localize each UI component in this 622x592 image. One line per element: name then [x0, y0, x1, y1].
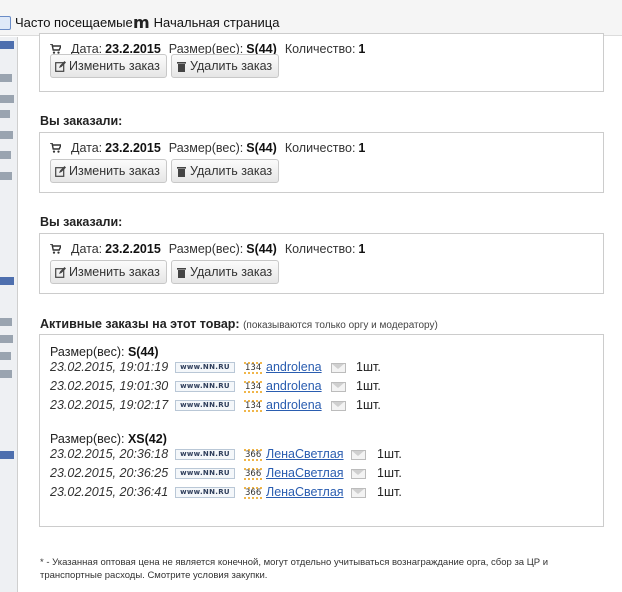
cart-icon — [50, 143, 61, 153]
trash-icon — [176, 61, 187, 72]
m-logo-icon: m — [133, 12, 150, 32]
bookmark-label: Начальная страница — [153, 15, 280, 30]
order-size: S(44) — [246, 242, 277, 256]
trash-icon — [176, 166, 187, 177]
order-qty: 1 — [358, 242, 366, 256]
edit-order-button[interactable]: Изменить заказ — [50, 159, 167, 183]
order-box: Дата: 23.2.2015 Размер(вес): S(44) Колич… — [39, 132, 604, 193]
cart-icon — [50, 44, 61, 54]
user-link[interactable]: androlena — [266, 379, 322, 393]
user-link[interactable]: ЛенаСветлая — [266, 485, 344, 499]
bookmark-most-visited[interactable]: Часто посещаемые — [0, 15, 133, 30]
active-orders-box: Размер(вес): S(44) 23.02.2015, 19:01:19 … — [39, 334, 604, 527]
order-details: Дата: 23.2.2015 Размер(вес): S(44) Колич… — [50, 141, 373, 155]
nnru-badge: www.NN.RU — [175, 468, 235, 479]
order-heading: Вы заказали: — [40, 114, 123, 128]
user-link[interactable]: androlena — [266, 398, 322, 412]
mail-icon[interactable] — [331, 363, 346, 373]
edit-icon — [55, 165, 66, 177]
user-link[interactable]: ЛенаСветлая — [266, 447, 344, 461]
user-rating: 366 — [244, 468, 263, 480]
mail-icon[interactable] — [351, 450, 366, 460]
order-timestamp: 23.02.2015, 19:02:17 — [50, 398, 169, 412]
user-rating: 134 — [244, 362, 263, 374]
price-footnote: * - Указанная оптовая цена не является к… — [40, 557, 549, 581]
order-box: Дата: 23.2.2015 Размер(вес): S(44) Колич… — [39, 33, 604, 92]
order-qty: 1шт. — [356, 379, 381, 393]
active-orders-note: (показываются только оргу и модератору) — [243, 320, 438, 331]
active-orders-heading: Активные заказы на этот товар: (показыва… — [40, 317, 438, 331]
nnru-badge: www.NN.RU — [175, 400, 235, 411]
order-timestamp: 23.02.2015, 20:36:25 — [50, 466, 169, 480]
edit-order-button[interactable]: Изменить заказ — [50, 54, 167, 78]
mail-icon[interactable] — [331, 401, 346, 411]
order-qty: 1шт. — [356, 398, 381, 412]
background-page — [0, 37, 17, 592]
order-timestamp: 23.02.2015, 19:01:19 — [50, 360, 169, 374]
user-rating: 134 — [244, 381, 263, 393]
size-group-label: Размер(вес): S(44) — [50, 345, 159, 359]
user-link[interactable]: ЛенаСветлая — [266, 466, 344, 480]
bookmark-label: Часто посещаемые — [15, 15, 133, 30]
order-timestamp: 23.02.2015, 19:01:30 — [50, 379, 169, 393]
bookmark-start-page[interactable]: m Начальная страница — [133, 12, 280, 32]
edit-icon — [55, 60, 66, 72]
order-date: 23.2.2015 — [105, 242, 161, 256]
delete-order-button[interactable]: Удалить заказ — [171, 54, 280, 78]
cart-icon — [50, 244, 61, 254]
order-qty: 1шт. — [377, 466, 402, 480]
size-group-label: Размер(вес): XS(42) — [50, 432, 167, 446]
order-timestamp: 23.02.2015, 20:36:18 — [50, 447, 169, 461]
order-qty: 1шт. — [377, 447, 402, 461]
delete-order-button[interactable]: Удалить заказ — [171, 159, 280, 183]
mail-icon[interactable] — [351, 488, 366, 498]
order-modal: Дата: 23.2.2015 Размер(вес): S(44) Колич… — [17, 33, 622, 592]
nnru-badge: www.NN.RU — [175, 362, 235, 373]
mail-icon[interactable] — [351, 469, 366, 479]
nnru-badge: www.NN.RU — [175, 487, 235, 498]
order-heading: Вы заказали: — [40, 215, 123, 229]
order-timestamp: 23.02.2015, 20:36:41 — [50, 485, 169, 499]
order-size: S(44) — [246, 141, 277, 155]
edit-order-button[interactable]: Изменить заказ — [50, 260, 167, 284]
user-rating: 366 — [244, 487, 263, 499]
user-rating: 366 — [244, 449, 263, 461]
order-details: Дата: 23.2.2015 Размер(вес): S(44) Колич… — [50, 242, 373, 256]
edit-icon — [55, 266, 66, 278]
page-icon — [0, 15, 11, 30]
user-link[interactable]: androlena — [266, 360, 322, 374]
order-qty: 1шт. — [377, 485, 402, 499]
trash-icon — [176, 267, 187, 278]
nnru-badge: www.NN.RU — [175, 449, 235, 460]
order-qty: 1 — [358, 42, 366, 56]
order-qty: 1шт. — [356, 360, 381, 374]
order-qty: 1 — [358, 141, 366, 155]
user-rating: 134 — [244, 400, 263, 412]
nnru-badge: www.NN.RU — [175, 381, 235, 392]
delete-order-button[interactable]: Удалить заказ — [171, 260, 280, 284]
bookmarks-bar: Часто посещаемые m Начальная страница — [0, 0, 622, 36]
order-box: Дата: 23.2.2015 Размер(вес): S(44) Колич… — [39, 233, 604, 294]
mail-icon[interactable] — [331, 382, 346, 392]
order-date: 23.2.2015 — [105, 141, 161, 155]
